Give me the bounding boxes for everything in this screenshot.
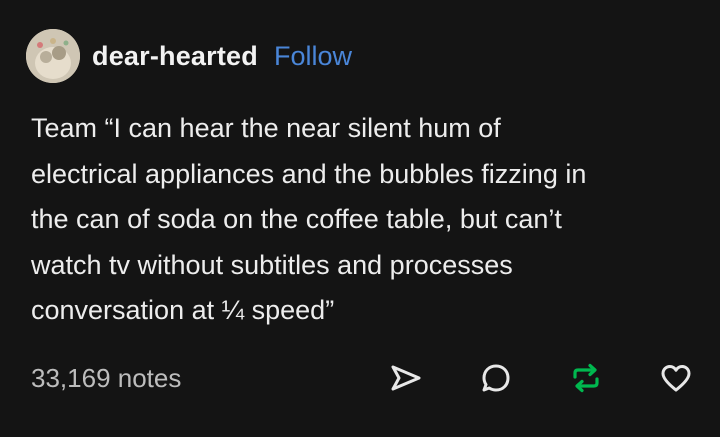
tumblr-post: dear-hearted Follow Team “I can hear the… [0, 0, 720, 437]
username[interactable]: dear-hearted [92, 41, 258, 72]
reply-button[interactable] [476, 358, 516, 398]
reblog-button[interactable] [566, 358, 606, 398]
follow-button[interactable]: Follow [274, 41, 352, 72]
reply-icon [482, 364, 510, 392]
avatar[interactable] [26, 29, 80, 83]
post-footer: 33,169 notes [31, 356, 696, 400]
post-header: dear-hearted Follow [26, 28, 352, 84]
reblog-icon [573, 363, 599, 393]
avatar-image [26, 29, 80, 83]
notes-count[interactable]: 33,169 notes [31, 363, 181, 394]
like-button[interactable] [656, 358, 696, 398]
post-actions [386, 358, 696, 398]
share-button[interactable] [386, 358, 426, 398]
heart-icon [661, 365, 691, 392]
share-icon [391, 365, 421, 391]
post-body: Team “I can hear the near silent hum of … [31, 113, 587, 325]
